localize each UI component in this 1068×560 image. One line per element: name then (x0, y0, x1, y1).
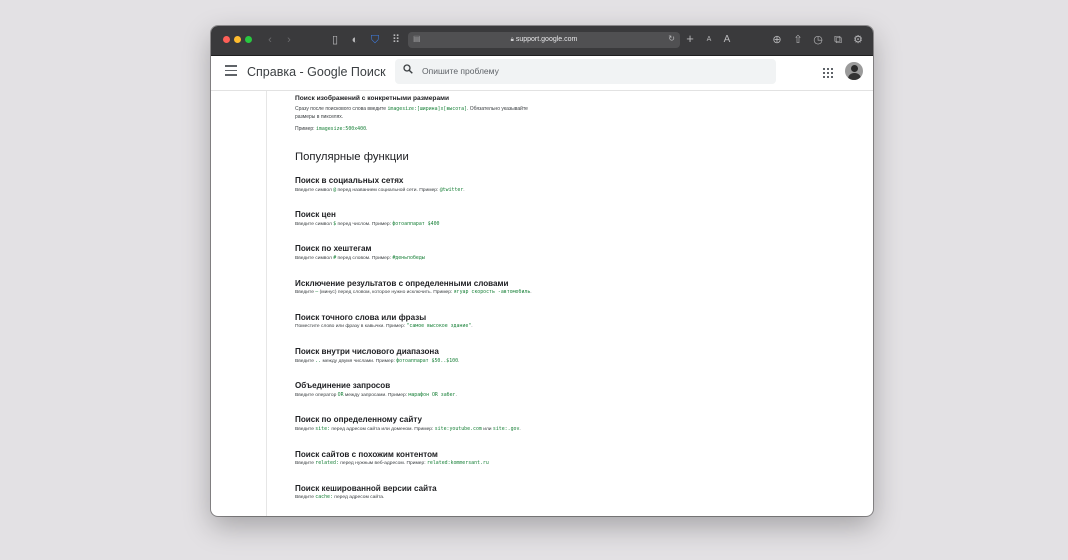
forward-icon[interactable]: › (282, 33, 296, 47)
article-content: Поиск изображений с конкретными размерам… (211, 91, 873, 516)
image-size-description: Сразу после поискового слова введите ima… (295, 106, 528, 112)
operator-heading: Исключение результатов с определенными с… (295, 278, 509, 288)
code-snippet: related: (315, 460, 339, 467)
code-snippet: фотоаппарат $400 (392, 220, 440, 227)
zoom-window-button[interactable] (245, 36, 252, 43)
settings-gear-icon[interactable]: ⚙ (851, 33, 865, 47)
google-apps-icon[interactable] (823, 68, 833, 78)
operator-heading: Поиск цен (295, 210, 336, 220)
minimize-window-button[interactable] (234, 36, 241, 43)
operator-description: Введите оператор OR между запросами. При… (295, 391, 457, 398)
new-tab-plus-icon[interactable]: + (683, 32, 697, 46)
code-snippet: @twitter (439, 186, 464, 193)
operator-description: Введите related: перед нужным веб-адресо… (295, 460, 489, 467)
close-window-button[interactable] (223, 36, 230, 43)
operator-heading: Поиск точного слова или фразы (295, 312, 427, 322)
image-size-description-cont: размеры в пикселях. (295, 114, 344, 120)
back-icon[interactable]: ‹ (263, 33, 277, 47)
operator-description: Введите – (минус) перед словом, которое … (295, 289, 532, 296)
text-smaller-button[interactable]: A (702, 33, 716, 47)
operator-heading: Поиск по хештегам (295, 244, 372, 254)
code-snippet: site: (315, 425, 331, 432)
code-snippet: ягуар скорость -автомобиль (453, 289, 531, 296)
grid-extension-icon[interactable]: ⠿ (389, 33, 403, 47)
code-snippet: imagesize:500x400 (315, 126, 367, 132)
operator-description: Введите .. между двумя числами. Пример: … (295, 357, 460, 364)
code-snippet: site:.gov (492, 425, 520, 432)
section-title: Популярные функции (295, 151, 409, 163)
browser-window: ‹ › ▯ ◐ ⛉ ⠿ ▤ 🔒︎ support.google.com ↻ + A… (211, 26, 873, 516)
code-snippet: cache: (315, 494, 333, 501)
shield-extension-icon[interactable]: ⛉ (368, 33, 382, 47)
history-icon[interactable]: ◷ (811, 33, 825, 47)
operator-heading: Поиск в социальных сетях (295, 176, 404, 185)
operator-description: Введите символ # перед словом. Пример: #… (295, 254, 425, 261)
search-input[interactable]: Опишите проблему (395, 59, 776, 84)
operator-description: Введите символ $ перед числом. Пример: ф… (295, 220, 440, 227)
operator-description: Введите cache: перед адресом сайта. (295, 494, 385, 501)
operator-heading: Поиск кешированной версии сайта (295, 483, 437, 493)
tabs-overview-icon[interactable]: ⧉ (831, 33, 845, 47)
search-placeholder: Опишите проблему (422, 66, 499, 76)
operator-heading: Поиск внутри числового диапазона (295, 347, 439, 356)
operator-description: Введите символ @ перед названием социаль… (295, 186, 465, 193)
sidebar-divider (266, 91, 267, 516)
image-size-example: Пример: imagesize:500x400. (295, 126, 368, 132)
privacy-report-icon[interactable]: ◐ (348, 33, 362, 47)
operator-heading: Поиск по определенному сайту (295, 415, 423, 425)
lock-icon: 🔒︎ (510, 37, 514, 43)
download-icon[interactable]: ⊕ (770, 33, 784, 47)
text-larger-button[interactable]: A (720, 33, 734, 47)
account-avatar[interactable] (845, 62, 863, 80)
address-bar[interactable]: ▤ 🔒︎ support.google.com ↻ (408, 32, 680, 48)
help-header: Справка - Google Поиск Опишите проблему (211, 56, 873, 91)
code-snippet: related:kommersant.ru (426, 460, 489, 467)
url-text: support.google.com (515, 36, 578, 43)
browser-toolbar: ‹ › ▯ ◐ ⛉ ⠿ ▤ 🔒︎ support.google.com ↻ + A… (211, 26, 873, 56)
page-title[interactable]: Справка - Google Поиск (247, 65, 386, 79)
menu-icon[interactable] (225, 65, 237, 79)
code-snippet: #деньпобеды (392, 254, 425, 261)
operator-description: Введите site: перед адресом сайта или до… (295, 425, 521, 432)
sidebar-toggle-icon[interactable]: ▯ (328, 33, 342, 47)
operator-description: Поместите слово или фразу в кавычки. При… (295, 323, 473, 330)
code-snippet: "самое высокое здание" (406, 323, 472, 330)
search-icon[interactable] (403, 64, 413, 74)
operator-heading: Поиск сайтов с похожим контентом (295, 449, 438, 459)
image-size-heading: Поиск изображений с конкретными размерам… (295, 95, 450, 102)
reload-icon[interactable]: ↻ (668, 34, 675, 43)
share-icon[interactable]: ⇧ (791, 33, 805, 47)
code-snippet: фотоаппарат $50..$100 (396, 357, 459, 364)
code-snippet: imagesize:[ширина]x[высота] (387, 106, 467, 112)
operator-heading: Объединение запросов (295, 381, 391, 391)
code-snippet: site:youtube.com (434, 425, 482, 432)
code-snippet: марафон OR забег (408, 391, 456, 398)
